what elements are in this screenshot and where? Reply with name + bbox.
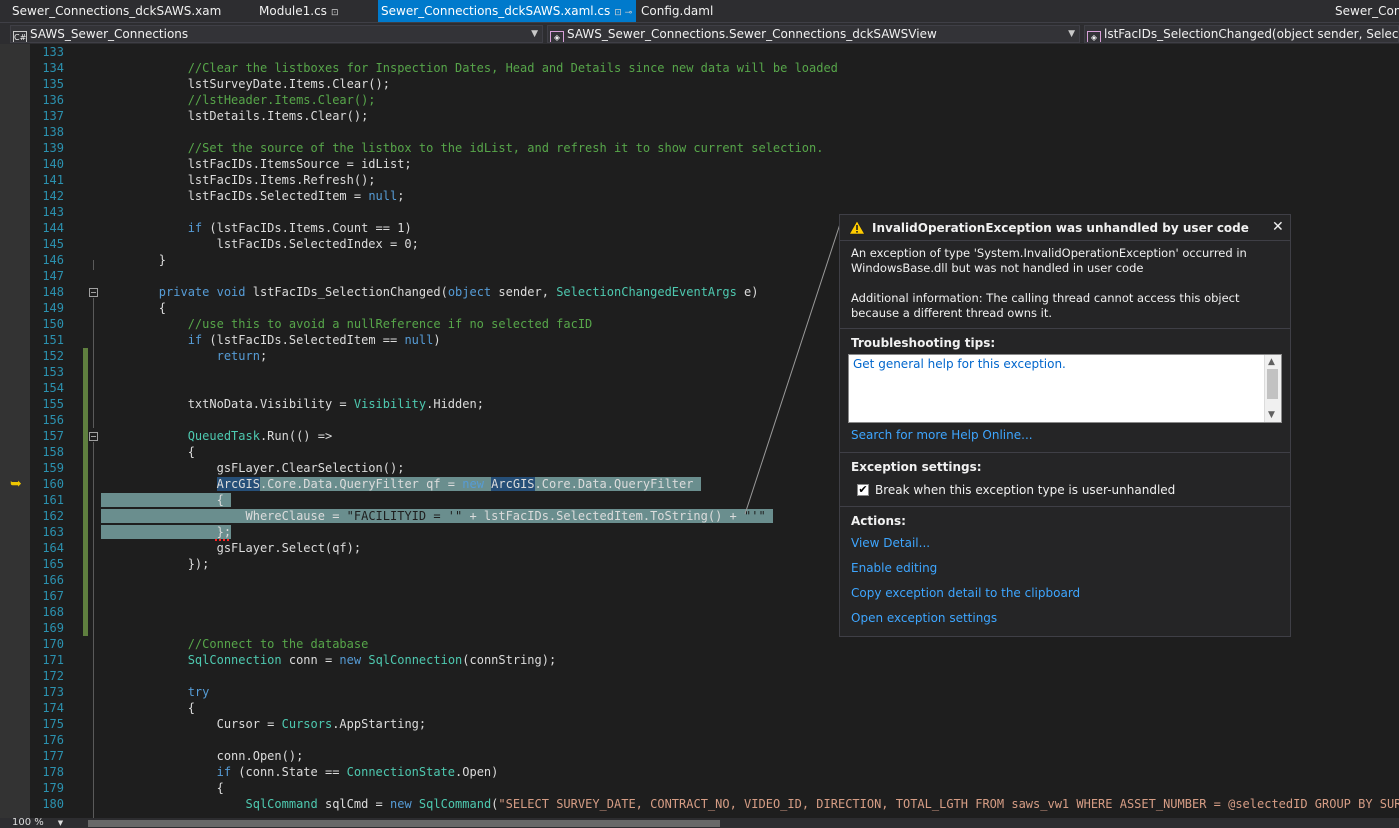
warning-icon (849, 220, 865, 235)
exception-message: An exception of type 'System.InvalidOper… (851, 246, 1247, 275)
checkbox-label: Break when this exception type is user-u… (875, 483, 1176, 497)
close-icon[interactable]: ✕ (1272, 219, 1284, 235)
troubleshooting-heading: Troubleshooting tips: (851, 336, 996, 350)
tab-sewer-connections-xaml-cs[interactable]: Sewer_Connections_dckSAWS.xaml.cs⊡ ⊸✕ (378, 0, 636, 22)
troubleshooting-tips-list[interactable]: Get general help for this exception. ▲ ▼ (848, 354, 1282, 423)
tab-label: Module1.cs (259, 4, 327, 18)
member-dropdown[interactable]: ◈ lstFacIDs_SelectionChanged(object sende… (1084, 25, 1399, 43)
pin-icon[interactable]: ⊡ (331, 8, 339, 18)
scroll-thumb[interactable] (1267, 369, 1278, 399)
view-detail-link[interactable]: View Detail... (851, 535, 930, 551)
chevron-down-icon: ▼ (57, 819, 64, 827)
divider (840, 328, 1290, 329)
copy-exception-detail-link[interactable]: Copy exception detail to the clipboard (851, 585, 1080, 601)
tab-label: Sewer_Connections_dckSAWS.xaml.cs (381, 4, 611, 18)
break-when-user-unhandled-checkbox[interactable]: ✔ (857, 484, 869, 496)
enable-editing-link[interactable]: Enable editing (851, 560, 937, 576)
zoom-dropdown[interactable]: 100 % ▼ (0, 818, 63, 828)
document-tab-strip: Sewer_Connections_dckSAWS.xaml⊡ Module1.… (0, 0, 1399, 22)
class-dropdown[interactable]: ◈ SAWS_Sewer_Connections.Sewer_Connection… (547, 25, 1080, 43)
general-help-link[interactable]: Get general help for this exception. (853, 357, 1066, 371)
navigation-bar: C# SAWS_Sewer_Connections ▼ ◈ SAWS_Sewer_Co… (0, 22, 1399, 44)
tips-scrollbar[interactable]: ▲ ▼ (1264, 355, 1281, 422)
pin-icon[interactable]: ⊡ ⊸ (614, 8, 632, 18)
scroll-down-icon[interactable]: ▼ (1268, 410, 1275, 420)
exception-title: InvalidOperationException was unhandled … (872, 221, 1249, 235)
chevron-down-icon: ▼ (1068, 29, 1075, 39)
tab-sewer-connections-xaml[interactable]: Sewer_Connections_dckSAWS.xaml⊡ (12, 0, 222, 22)
zoom-level: 100 % (12, 817, 44, 828)
scroll-thumb[interactable] (88, 820, 720, 827)
class-icon: ◈ (550, 31, 564, 42)
horizontal-scrollbar[interactable]: 100 % ▼ (0, 818, 1399, 828)
method-icon: ◈ (1087, 31, 1101, 42)
tab-config-daml[interactable]: Config.daml (641, 0, 731, 22)
exception-helper: InvalidOperationException was unhandled … (839, 214, 1291, 637)
project-name: SAWS_Sewer_Connections (30, 27, 189, 41)
member-name: lstFacIDs_SelectionChanged(object sender… (1104, 27, 1399, 41)
chevron-down-icon: ▼ (531, 29, 538, 39)
tab-label: Sewer_Conn (1335, 4, 1399, 18)
exception-settings-heading: Exception settings: (851, 460, 982, 474)
class-name: SAWS_Sewer_Connections.Sewer_Connections… (567, 27, 937, 41)
tab-module1-cs[interactable]: Module1.cs ⊡ (259, 0, 369, 22)
tab-label: Sewer_Connections_dckSAWS.xaml (12, 4, 222, 18)
tab-sewer-conn-overflow[interactable]: Sewer_Conn (1335, 0, 1399, 22)
open-exception-settings-link[interactable]: Open exception settings (851, 610, 997, 626)
search-help-online-link[interactable]: Search for more Help Online... (851, 427, 1033, 443)
scroll-up-icon[interactable]: ▲ (1268, 357, 1275, 367)
divider (840, 452, 1290, 453)
exception-header: InvalidOperationException was unhandled … (840, 215, 1290, 241)
csharp-project-icon: C# (13, 31, 27, 42)
divider (840, 506, 1290, 507)
project-dropdown[interactable]: C# SAWS_Sewer_Connections ▼ (10, 25, 543, 43)
actions-heading: Actions: (851, 514, 906, 528)
exception-additional-info: Additional information: The calling thre… (851, 291, 1240, 320)
tab-label: Config.daml (641, 4, 714, 18)
